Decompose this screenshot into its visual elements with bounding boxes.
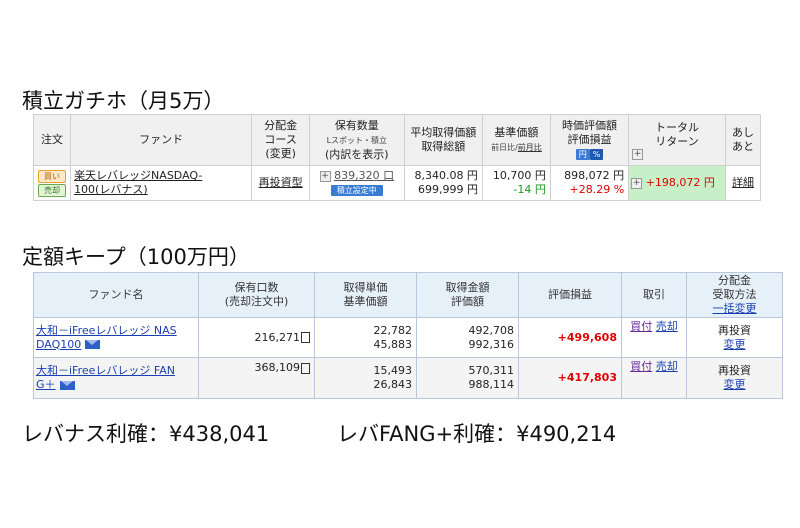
units: 216,271 xyxy=(254,330,301,344)
market-value: 898,072 円 xyxy=(564,169,625,182)
cost: 492,708 xyxy=(468,323,515,337)
bulk-change-link[interactable]: 一括変更 xyxy=(713,302,757,315)
prev-day-toggle[interactable]: 前日比 xyxy=(491,143,515,152)
col-ashiato: あし あと xyxy=(724,114,762,166)
reinvest-label: 再投資 xyxy=(718,323,751,337)
square-glyph xyxy=(301,332,310,343)
sell-link[interactable]: 売却 xyxy=(656,360,678,373)
fang-profit: レバFANG+利確：¥490,214 xyxy=(337,422,617,446)
breakdown-link[interactable]: (内訳を表示) xyxy=(325,148,389,161)
col-trade: 取引 xyxy=(621,272,687,318)
order-cell: 買い 売却 xyxy=(32,165,72,201)
change-link[interactable]: 変更 xyxy=(724,338,746,351)
mail-icon[interactable] xyxy=(59,380,75,390)
table-row: 大和－iFreeレバレッジ NAS DAQ100 216,271 22,782 4… xyxy=(33,317,783,358)
col-distribution: 分配金 コース (変更) xyxy=(251,114,310,166)
detail-link[interactable]: 詳細 xyxy=(732,176,754,189)
square-glyph xyxy=(301,362,310,374)
col-fund: ファンド xyxy=(70,114,253,166)
levanas-profit: レバナス利確：¥438,041 xyxy=(22,422,270,446)
fund-link[interactable]: 大和－iFreeレバレッジ FAN G＋ xyxy=(33,357,199,399)
table-row: 買い 売却 楽天レバレッジNASDAQ- 100(レバナス) 再投資型 + 83… xyxy=(32,165,762,201)
base-change: -14 円 xyxy=(513,183,546,196)
tsumitate-badge: 積立設定中 xyxy=(330,185,383,196)
holdings-table-teigaku: ファンド名 保有口数 (売却注文中) 取得単価 基準価額 取得金額 評価額 評価損益 … xyxy=(33,272,783,399)
profit-loss: +417,803 xyxy=(557,371,617,384)
value: 992,316 xyxy=(468,337,515,351)
col-base-price: 基準価額 前日比/前月比 xyxy=(481,114,551,166)
total-cost: 699,999 円 xyxy=(417,183,478,196)
holdings-table-tsumitate: 注文 ファンド 分配金 コース (変更) 保有数量 Lスポット・積立 (内訳を表… xyxy=(32,114,762,201)
section2-title: 定額キープ（100万円） xyxy=(22,245,250,269)
unit-price: 15,493 xyxy=(373,364,413,377)
col-receive: 分配金 受取方法 一括変更 xyxy=(686,272,783,318)
percent-toggle[interactable]: % xyxy=(589,149,604,160)
fund-name-link[interactable]: 楽天レバレッジNASDAQ- 100(レバナス) xyxy=(70,165,253,201)
col-order: 注文 xyxy=(32,114,72,166)
avg-price: 8,340.08 円 xyxy=(414,169,478,182)
col-market-value: 時価評価額 評価損益 円% xyxy=(549,114,630,166)
sell-button[interactable]: 売却 xyxy=(38,183,67,197)
profit-loss: +499,608 xyxy=(557,330,617,344)
base-price: 10,700 円 xyxy=(492,169,546,182)
expand-icon[interactable]: + xyxy=(632,148,644,160)
quantity-link[interactable]: 839,320 口 xyxy=(334,169,394,182)
unit-price: 22,782 xyxy=(373,323,413,337)
course-link[interactable]: 再投資型 xyxy=(259,176,303,189)
sell-link[interactable]: 売却 xyxy=(656,320,678,333)
distribution-change-link[interactable]: (変更) xyxy=(265,147,296,160)
expand-qty-icon[interactable]: + xyxy=(319,170,331,182)
fund-link[interactable]: 大和－iFreeレバレッジ NAS DAQ100 xyxy=(33,317,199,358)
base-price: 45,883 xyxy=(373,337,413,351)
base-price: 26,843 xyxy=(373,378,413,391)
col-holdings: 保有口数 (売却注文中) xyxy=(198,272,315,318)
prev-month-toggle[interactable]: 前月比 xyxy=(518,143,542,152)
cost: 570,311 xyxy=(468,364,515,377)
col-amount: 取得金額 評価額 xyxy=(416,272,519,318)
value: 988,114 xyxy=(468,378,515,391)
buy-link[interactable]: 買付 xyxy=(630,320,652,333)
col-total-return: トータル リターン + xyxy=(628,114,726,166)
buy-button[interactable]: 買い xyxy=(38,169,67,183)
table-row: 大和－iFreeレバレッジ FAN G＋ 368,109 15,493 26,84… xyxy=(33,357,783,399)
change-link[interactable]: 変更 xyxy=(724,378,746,391)
units: 368,109 xyxy=(254,361,301,374)
col-avg-price: 平均取得価額 取得総額 xyxy=(403,114,483,166)
reinvest-label: 再投資 xyxy=(718,364,751,377)
col-pl: 評価損益 xyxy=(518,272,622,318)
col-quantity: 保有数量 Lスポット・積立 (内訳を表示) xyxy=(308,114,405,166)
col-fund-name: ファンド名 xyxy=(33,272,199,318)
mail-icon[interactable] xyxy=(85,340,101,349)
pl-percent: +28.29 % xyxy=(569,183,625,196)
col-unit-price: 取得単価 基準価額 xyxy=(314,272,417,318)
expand-return-icon[interactable]: + xyxy=(631,177,643,189)
section1-title: 積立ガチホ（月5万） xyxy=(22,89,225,113)
buy-link[interactable]: 買付 xyxy=(630,360,652,373)
total-return: +198,072 円 xyxy=(645,176,715,189)
yen-toggle[interactable]: 円 xyxy=(575,149,590,160)
